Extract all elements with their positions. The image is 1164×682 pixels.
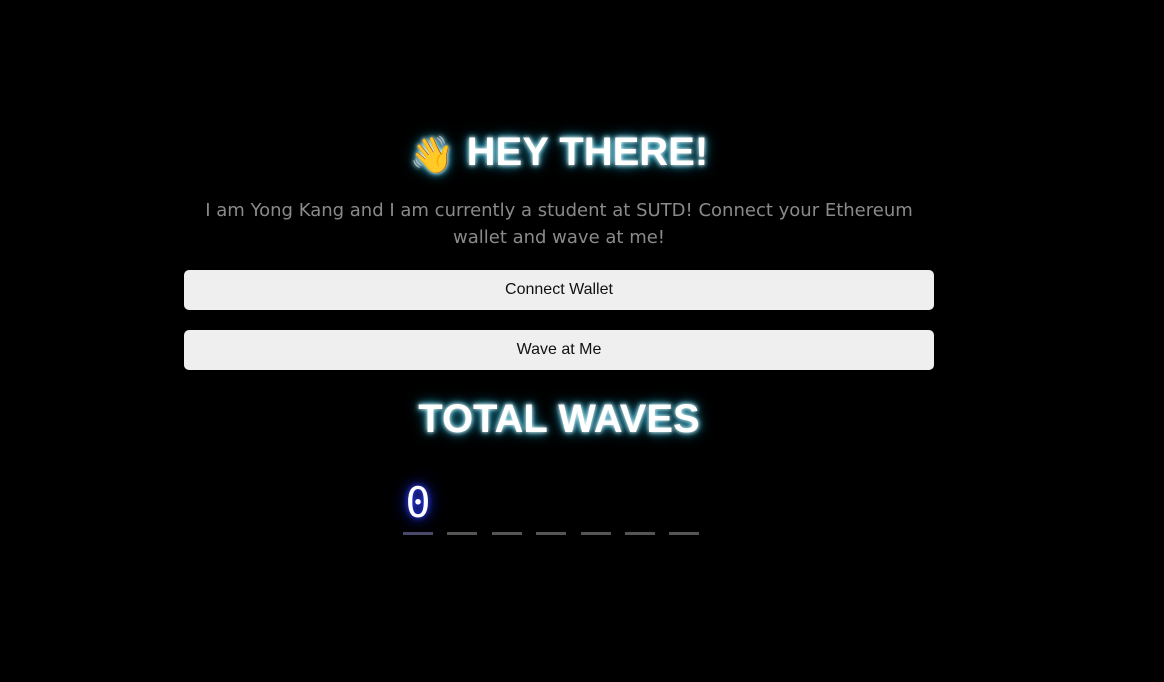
counter-digit [447, 478, 477, 535]
counter-digit [669, 478, 699, 535]
wave-counter: 0 [403, 478, 703, 538]
waving-hand-icon: 👋 [409, 134, 455, 175]
counter-digit [492, 478, 522, 535]
main-container: 👋 HEY THERE! I am Yong Kang and I am curr… [184, 0, 934, 682]
counter-digit [536, 478, 566, 535]
bio-text: I am Yong Kang and I am currently a stud… [205, 200, 913, 248]
counter-digit: 0 [403, 478, 433, 535]
page-header: 👋 HEY THERE! [184, 124, 934, 180]
page-title: HEY THERE! [466, 130, 709, 174]
wave-at-me-button[interactable]: Wave at Me [184, 330, 934, 370]
total-waves-title: TOTAL WAVES [418, 397, 700, 441]
connect-wallet-button[interactable]: Connect Wallet [184, 270, 934, 310]
counter-digit [581, 478, 611, 535]
counter-digit [625, 478, 655, 535]
